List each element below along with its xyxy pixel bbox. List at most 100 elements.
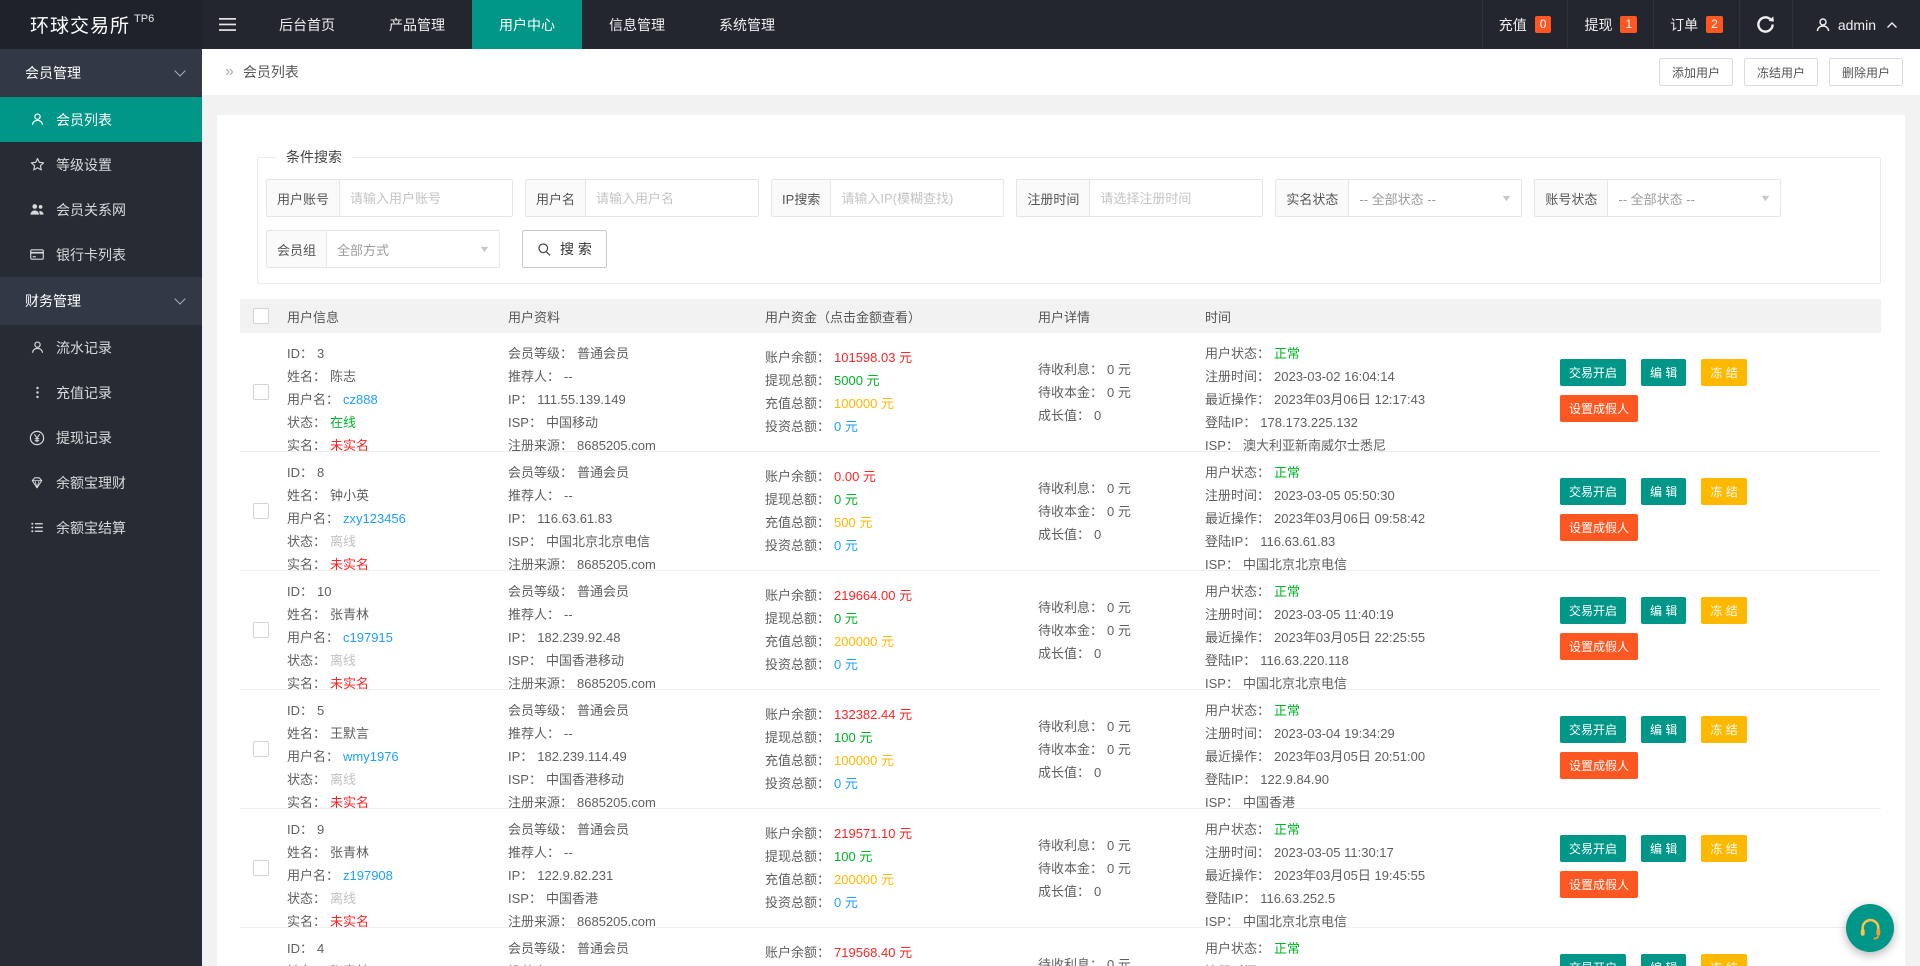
field-label: 最近操作： bbox=[1205, 749, 1271, 764]
field-label: 注册来源： bbox=[508, 557, 574, 570]
row-field-principal: 待收本金： 0 元 bbox=[1038, 738, 1205, 761]
field-label: 成长值： bbox=[1038, 645, 1091, 661]
sidebar-group-member-mgmt[interactable]: 会员管理 bbox=[0, 49, 202, 97]
search-input-username[interactable] bbox=[585, 179, 760, 217]
hamburger-icon[interactable] bbox=[202, 0, 252, 49]
field-value: 0 元 bbox=[1107, 361, 1131, 377]
user-info-cell: ID： 8 姓名： 钟小英 用户名： zxy123456 状态： 离线 实名： 未实名 bbox=[287, 452, 508, 570]
sidebar-item-withdraw-records[interactable]: 提现记录 bbox=[0, 415, 202, 460]
row-field-last-op: 最近操作： 2023年03月05日 19:45:55 bbox=[1205, 864, 1560, 887]
row-field-level: 会员等级： 普通会员 bbox=[508, 937, 765, 960]
field-value: 132382.44 元 bbox=[834, 707, 913, 722]
search-input-account[interactable] bbox=[339, 179, 514, 217]
field-value: 未实名 bbox=[330, 914, 370, 927]
counter-withdraw[interactable]: 提现 1 bbox=[1567, 0, 1653, 49]
row-checkbox[interactable] bbox=[253, 741, 269, 757]
action-edit-button[interactable]: 编 辑 bbox=[1641, 954, 1687, 966]
field-value: 0 元 bbox=[834, 895, 858, 910]
counter-recharge[interactable]: 充值 0 bbox=[1481, 0, 1568, 49]
row-field-name: 姓名： 王默言 bbox=[287, 722, 508, 745]
row-field-reg-time: 注册时间： 2023-03-05 11:40:19 bbox=[1205, 603, 1560, 626]
action-edit-button[interactable]: 编 辑 bbox=[1641, 835, 1687, 862]
counter-orders[interactable]: 订单 2 bbox=[1653, 0, 1739, 49]
row-field-balance: 账户余额： 719568.40 元 bbox=[765, 941, 1038, 964]
field-label: 最近操作： bbox=[1205, 511, 1271, 526]
action-trade-toggle-button[interactable]: 交易开启 bbox=[1560, 597, 1627, 624]
action-trade-toggle-button[interactable]: 交易开启 bbox=[1560, 954, 1627, 966]
menu-item-dashboard-home[interactable]: 后台首页 bbox=[252, 0, 362, 49]
action-freeze-button[interactable]: 冻 结 bbox=[1701, 597, 1747, 624]
sidebar-item-member-network[interactable]: 会员关系网 bbox=[0, 187, 202, 232]
action-set-fake-button[interactable]: 设置成假人 bbox=[1560, 633, 1639, 660]
row-field-id: ID： 8 bbox=[287, 461, 508, 484]
action-freeze-button[interactable]: 冻 结 bbox=[1701, 716, 1747, 743]
row-field-reg-time: 注册时间： 2023-03-04 19:34:29 bbox=[1205, 722, 1560, 745]
search-select-realname-status[interactable]: -- 全部状态 -- ▼ bbox=[1348, 179, 1523, 217]
action-freeze-button[interactable]: 冻 结 bbox=[1701, 478, 1747, 505]
row-checkbox[interactable] bbox=[253, 384, 269, 400]
sidebar-group-finance-mgmt[interactable]: 财务管理 bbox=[0, 277, 202, 325]
field-label: 待收利息： bbox=[1038, 480, 1104, 496]
action-freeze-button[interactable]: 冻 结 bbox=[1701, 954, 1747, 966]
action-edit-button[interactable]: 编 辑 bbox=[1641, 597, 1687, 624]
user-funds-cell: 账户余额： 219571.10 元提现总额： 100 元充值总额： 200000 元投… bbox=[765, 809, 1038, 927]
row-field-login-ip: 登陆IP： 122.9.84.90 bbox=[1205, 768, 1560, 791]
search-button[interactable]: 搜 索 bbox=[522, 230, 607, 268]
refresh-icon[interactable] bbox=[1738, 0, 1792, 49]
row-field-id: ID： 3 bbox=[287, 342, 508, 365]
menu-item-info-mgmt[interactable]: 信息管理 bbox=[582, 0, 692, 49]
row-checkbox[interactable] bbox=[253, 503, 269, 519]
field-value: 陈志 bbox=[330, 369, 357, 384]
row-checkbox[interactable] bbox=[253, 860, 269, 876]
row-checkbox-cell bbox=[240, 452, 287, 570]
customer-service-float-button[interactable] bbox=[1846, 904, 1894, 952]
field-value: 普通会员 bbox=[577, 703, 630, 718]
field-value: 离线 bbox=[330, 772, 357, 787]
sidebar-item-level-settings[interactable]: 等级设置 bbox=[0, 142, 202, 187]
sidebar-item-recharge-records[interactable]: 充值记录 bbox=[0, 370, 202, 415]
page-action-add-user[interactable]: 添加用户 bbox=[1658, 58, 1733, 86]
action-set-fake-button[interactable]: 设置成假人 bbox=[1560, 395, 1639, 422]
select-all-checkbox[interactable] bbox=[253, 308, 269, 324]
action-set-fake-button[interactable]: 设置成假人 bbox=[1560, 514, 1639, 541]
menu-item-user-center[interactable]: 用户中心 bbox=[472, 0, 582, 49]
action-set-fake-button[interactable]: 设置成假人 bbox=[1560, 871, 1639, 898]
action-edit-button[interactable]: 编 辑 bbox=[1641, 359, 1687, 386]
search-input-reg-time[interactable] bbox=[1089, 179, 1264, 217]
user-funds-cell: 账户余额：719568.40 元提现总额：100 元充值总额：投资总额： bbox=[765, 928, 1038, 966]
row-field-referrer: 推荐人：-- bbox=[508, 722, 765, 745]
sidebar-item-yuebao-invest[interactable]: 余额宝理财 bbox=[0, 460, 202, 505]
action-trade-toggle-button[interactable]: 交易开启 bbox=[1560, 478, 1627, 505]
action-trade-toggle-button[interactable]: 交易开启 bbox=[1560, 716, 1627, 743]
sidebar-item-flow-records[interactable]: 流水记录 bbox=[0, 325, 202, 370]
search-panel: 条件搜索 用户账号用户名IP搜索注册时间实名状态-- 全部状态 --▼账号状态-… bbox=[257, 147, 1881, 284]
search-select-member-group[interactable]: 全部方式 ▼ bbox=[326, 230, 501, 268]
page-action-freeze-user[interactable]: 冻结用户 bbox=[1743, 58, 1818, 86]
sidebar-item-yuebao-settle[interactable]: 余额宝结算 bbox=[0, 505, 202, 550]
sidebar-item-bank-card-list[interactable]: 银行卡列表 bbox=[0, 232, 202, 277]
field-value: z197908 bbox=[343, 868, 393, 883]
row-field-referrer: 推荐人：-- bbox=[508, 960, 765, 966]
row-field-principal: 待收本金： 0 元 bbox=[1038, 381, 1205, 404]
page-action-delete-user[interactable]: 删除用户 bbox=[1828, 58, 1903, 86]
sidebar-item-member-list[interactable]: 会员列表 bbox=[0, 97, 202, 142]
row-checkbox[interactable] bbox=[253, 622, 269, 638]
search-input-ip[interactable] bbox=[830, 179, 1005, 217]
menu-item-product-mgmt[interactable]: 产品管理 bbox=[362, 0, 472, 49]
action-edit-button[interactable]: 编 辑 bbox=[1641, 478, 1687, 505]
user-menu[interactable]: admin bbox=[1791, 0, 1920, 49]
action-freeze-button[interactable]: 冻 结 bbox=[1701, 359, 1747, 386]
action-freeze-button[interactable]: 冻 结 bbox=[1701, 835, 1747, 862]
menu-item-system-mgmt[interactable]: 系统管理 bbox=[692, 0, 802, 49]
action-trade-toggle-button[interactable]: 交易开启 bbox=[1560, 359, 1627, 386]
field-label: 姓名： bbox=[287, 726, 327, 741]
action-trade-toggle-button[interactable]: 交易开启 bbox=[1560, 835, 1627, 862]
action-edit-button[interactable]: 编 辑 bbox=[1641, 716, 1687, 743]
search-field-label: IP搜索 bbox=[771, 179, 831, 217]
field-label: 推荐人： bbox=[508, 607, 561, 622]
row-field-level: 会员等级： 普通会员 bbox=[508, 818, 765, 841]
search-select-account-status[interactable]: -- 全部状态 -- ▼ bbox=[1607, 179, 1782, 217]
action-set-fake-button[interactable]: 设置成假人 bbox=[1560, 752, 1639, 779]
field-label: 账户余额： bbox=[765, 707, 831, 722]
field-value: wmy1976 bbox=[343, 749, 399, 764]
